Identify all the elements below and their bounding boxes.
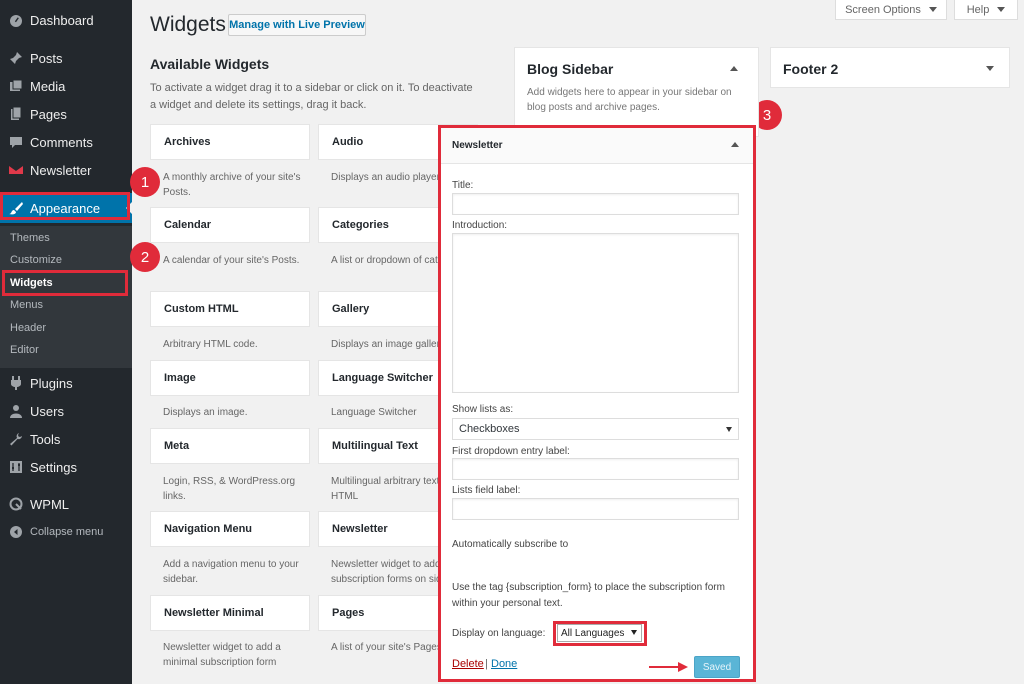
- widget-image[interactable]: Image: [150, 360, 310, 396]
- widget-desc: A monthly archive of your site's Posts.: [163, 172, 301, 198]
- menu-wpml[interactable]: WPML: [0, 489, 132, 519]
- submenu-menus[interactable]: Menus: [10, 299, 43, 311]
- highlight-widgets: [2, 270, 128, 296]
- arrow-right-icon: [649, 662, 688, 672]
- submenu-header[interactable]: Header: [10, 322, 46, 334]
- dashboard-icon: [9, 13, 23, 27]
- expand-down-icon[interactable]: [986, 66, 994, 71]
- menu-dashboard[interactable]: Dashboard: [0, 5, 132, 35]
- help-tab[interactable]: Help: [954, 0, 1018, 20]
- available-widgets-title: Available Widgets: [150, 56, 270, 72]
- admin-menu: Dashboard Posts Media Pages Comments New…: [0, 0, 132, 684]
- blog-sidebar-description: Add widgets here to appear in your sideb…: [527, 87, 732, 113]
- chevron-down-icon: [928, 7, 937, 12]
- pages-icon: [9, 107, 23, 121]
- live-preview-button[interactable]: Manage with Live Preview: [228, 14, 366, 36]
- help-label: Help: [966, 3, 990, 16]
- menu-settings[interactable]: Settings: [0, 452, 132, 482]
- pin-icon: [9, 51, 23, 65]
- widget-desc: A calendar of your site's Posts.: [163, 255, 300, 266]
- newsletter-icon: [9, 163, 23, 177]
- menu-label: Newsletter: [30, 162, 92, 178]
- widget-desc: Newsletter widget to add a minimal subsc…: [163, 642, 281, 668]
- widget-desc: Arbitrary HTML code.: [163, 339, 258, 350]
- menu-label: Users: [30, 403, 64, 419]
- plugin-icon: [9, 376, 23, 390]
- submenu-customize[interactable]: Customize: [10, 254, 62, 266]
- screen-options-label: Screen Options: [845, 3, 921, 16]
- menu-label: Media: [30, 78, 66, 94]
- menu-pages[interactable]: Pages: [0, 99, 132, 129]
- menu-label: Plugins: [30, 375, 73, 391]
- menu-label: Comments: [30, 134, 93, 150]
- submenu-editor[interactable]: Editor: [10, 344, 39, 356]
- widget-navigation-menu[interactable]: Navigation Menu: [150, 511, 310, 547]
- user-icon: [9, 404, 23, 418]
- widget-desc: Add a navigation menu to your sidebar.: [163, 559, 299, 585]
- page-title: Widgets: [150, 13, 226, 36]
- menu-label: WPML: [30, 496, 69, 512]
- media-icon: [9, 79, 23, 93]
- menu-comments[interactable]: Comments: [0, 127, 132, 157]
- menu-media[interactable]: Media: [0, 71, 132, 101]
- settings-icon: [9, 460, 23, 474]
- collapse-icon: [9, 525, 23, 539]
- appearance-submenu: Themes Customize Widgets Menus Header Ed…: [0, 226, 132, 368]
- widget-newsletter-minimal[interactable]: Newsletter Minimal: [150, 595, 310, 631]
- highlight-appearance: [0, 192, 130, 220]
- footer-2-title: Footer 2: [783, 61, 839, 77]
- menu-label: Collapse menu: [30, 526, 104, 538]
- highlight-newsletter-form: [438, 125, 756, 682]
- menu-label: Posts: [30, 50, 63, 66]
- widget-desc: Displays an image.: [163, 407, 248, 418]
- screen-options-tab[interactable]: Screen Options: [835, 0, 947, 20]
- menu-label: Pages: [30, 106, 67, 122]
- menu-newsletter[interactable]: Newsletter: [0, 155, 132, 185]
- menu-label: Tools: [30, 431, 61, 447]
- menu-collapse[interactable]: Collapse menu: [0, 517, 132, 547]
- widget-custom-html[interactable]: Custom HTML: [150, 291, 310, 327]
- submenu-themes[interactable]: Themes: [10, 232, 50, 244]
- collapse-up-icon[interactable]: [730, 66, 738, 71]
- available-widgets-description: To activate a widget drag it to a sideba…: [150, 82, 473, 111]
- wpml-icon: [9, 497, 23, 511]
- menu-label: Dashboard: [30, 12, 94, 28]
- menu-users[interactable]: Users: [0, 396, 132, 426]
- widget-meta[interactable]: Meta: [150, 428, 310, 464]
- menu-plugins[interactable]: Plugins: [0, 368, 132, 398]
- chevron-down-icon: [997, 7, 1006, 12]
- wrench-icon: [9, 432, 23, 446]
- highlight-language-select: [553, 621, 647, 646]
- menu-tools[interactable]: Tools: [0, 424, 132, 454]
- widget-desc: Login, RSS, & WordPress.org links.: [163, 476, 296, 502]
- widget-archives[interactable]: Archives: [150, 124, 310, 160]
- comment-icon: [9, 135, 23, 149]
- menu-posts[interactable]: Posts: [0, 43, 132, 73]
- menu-label: Settings: [30, 459, 77, 475]
- widget-calendar[interactable]: Calendar: [150, 207, 310, 243]
- blog-sidebar-title: Blog Sidebar: [527, 61, 614, 77]
